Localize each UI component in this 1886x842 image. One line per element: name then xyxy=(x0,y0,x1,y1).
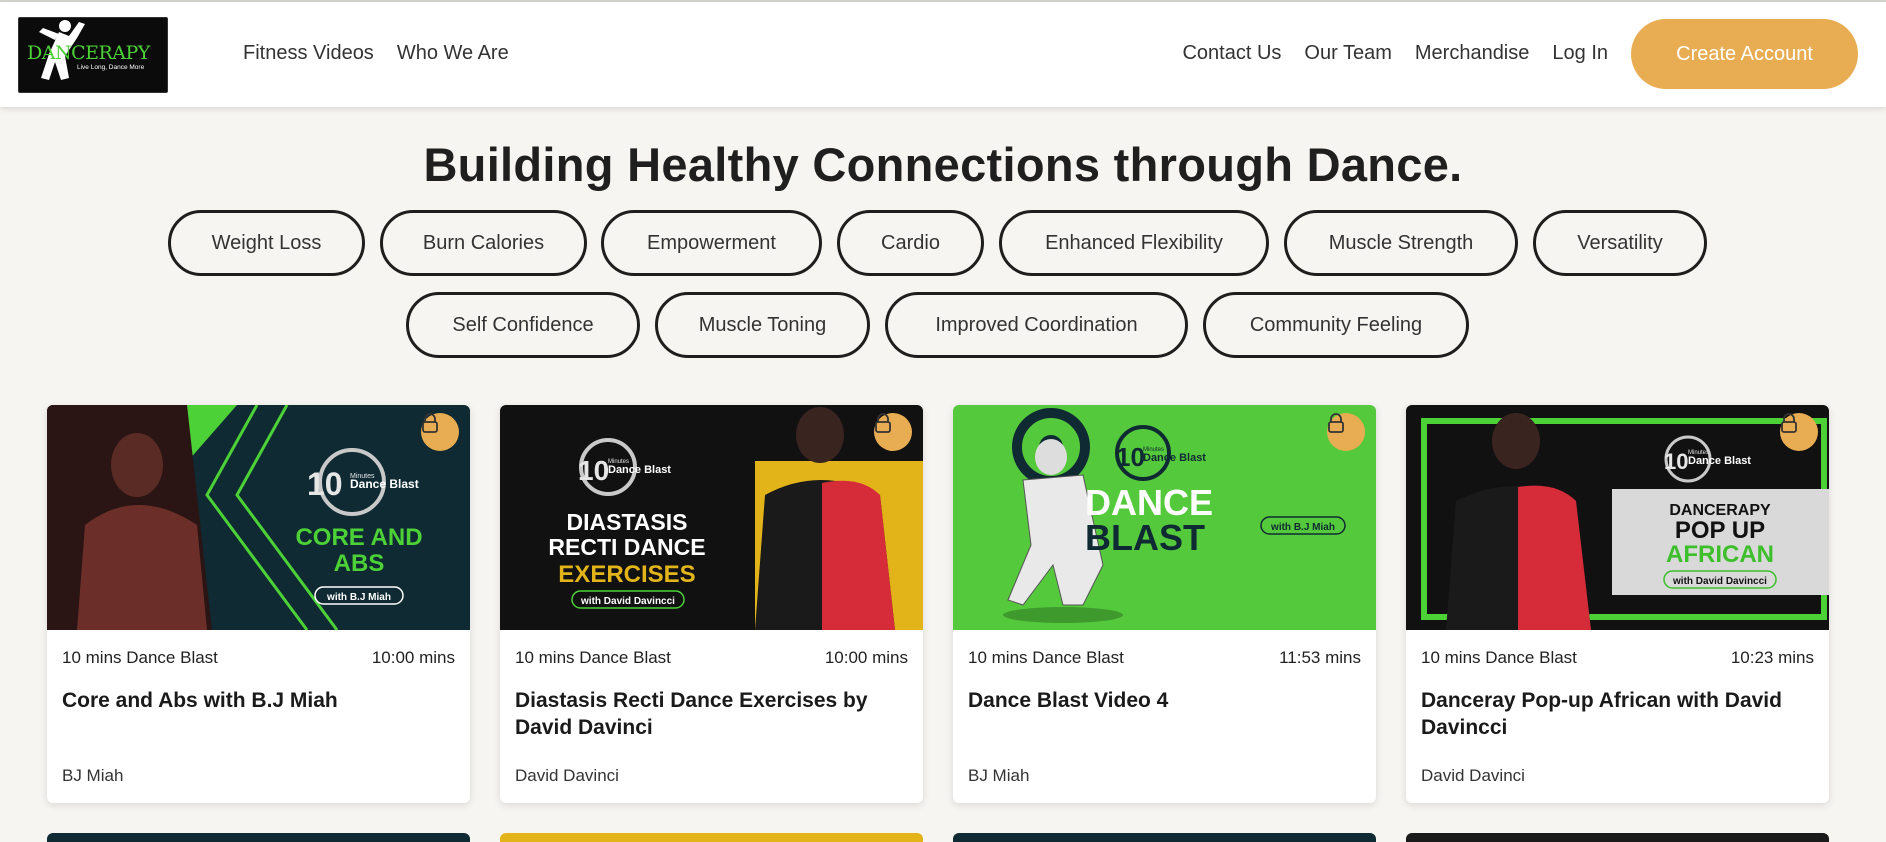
thumb-series: Dance Blast xyxy=(608,464,671,476)
thumb-number: 10 xyxy=(307,466,343,502)
tag-community-feeling[interactable]: Community Feeling xyxy=(1203,292,1469,358)
video-title[interactable]: Diastasis Recti Dance Exercises by David… xyxy=(515,687,911,741)
video-category: 10 mins Dance Blast xyxy=(968,648,1124,667)
thumb-title-line2: RECTI DANCE xyxy=(548,534,705,560)
create-account-button[interactable]: Create Account xyxy=(1631,19,1858,89)
secondary-nav: Contact Us Our Team Merchandise Log In xyxy=(1182,42,1608,65)
tag-self-confidence[interactable]: Self Confidence xyxy=(406,292,640,358)
video-category: 10 mins Dance Blast xyxy=(515,648,671,667)
video-title[interactable]: Dance Blast Video 4 xyxy=(968,687,1364,714)
tag-versatility[interactable]: Versatility xyxy=(1533,210,1707,276)
nav-who-we-are[interactable]: Who We Are xyxy=(397,42,509,65)
lock-icon xyxy=(1780,413,1818,451)
tag-enhanced-flexibility[interactable]: Enhanced Flexibility xyxy=(999,210,1269,276)
next-video-card-peek[interactable] xyxy=(1406,833,1829,842)
video-meta: 10 mins Dance Blast 10:23 mins xyxy=(1421,648,1814,668)
nav-our-team[interactable]: Our Team xyxy=(1304,42,1391,65)
thumb-title-line2: ABS xyxy=(334,550,385,577)
tag-cardio[interactable]: Cardio xyxy=(837,210,984,276)
page-headline: Building Healthy Connections through Dan… xyxy=(423,138,1463,191)
lock-icon xyxy=(874,413,912,451)
thumb-title-line2: POP UP xyxy=(1675,517,1765,544)
thumb-title-line3: AFRICAN xyxy=(1666,541,1774,568)
tag-burn-calories[interactable]: Burn Calories xyxy=(380,210,587,276)
nav-merchandise[interactable]: Merchandise xyxy=(1415,42,1530,65)
thumb-host: with B.J Miah xyxy=(1270,522,1335,533)
thumb-host: with B.J Miah xyxy=(326,592,391,603)
tag-muscle-strength[interactable]: Muscle Strength xyxy=(1284,210,1518,276)
tag-muscle-toning[interactable]: Muscle Toning xyxy=(655,292,870,358)
logo-wordmark: DANCERAPY xyxy=(27,42,150,64)
video-title[interactable]: Danceray Pop-up African with David Davin… xyxy=(1421,687,1817,741)
next-video-card-peek[interactable] xyxy=(500,833,923,842)
video-card[interactable]: 10 Minutes Dance Blast DANCERAPY POP UP … xyxy=(1406,405,1829,803)
primary-nav: Fitness Videos Who We Are xyxy=(243,42,509,65)
video-meta: 10 mins Dance Blast 10:00 mins xyxy=(62,648,455,668)
lock-icon xyxy=(1327,413,1365,451)
next-video-card-peek[interactable] xyxy=(953,833,1376,842)
thumb-title-line2: BLAST xyxy=(1085,517,1205,558)
lock-icon xyxy=(421,413,459,451)
video-meta: 10 mins Dance Blast 11:53 mins xyxy=(968,648,1361,668)
tag-improved-coordination[interactable]: Improved Coordination xyxy=(885,292,1188,358)
video-card[interactable]: 10 Minutes Dance Blast DANCE BLAST with … xyxy=(953,405,1376,803)
video-card[interactable]: 10 Minutes Dance Blast DIASTASIS RECTI D… xyxy=(500,405,923,803)
thumb-series: Dance Blast xyxy=(1143,452,1206,464)
video-duration: 10:23 mins xyxy=(1730,648,1814,667)
video-author: David Davinci xyxy=(515,766,619,785)
video-author: BJ Miah xyxy=(62,766,124,785)
thumb-title-line3: EXERCISES xyxy=(558,561,695,588)
next-video-card-peek[interactable] xyxy=(47,833,470,842)
thumb-number: 10 xyxy=(578,455,609,486)
video-thumbnail: 10 Minutes Dance Blast DIASTASIS RECTI D… xyxy=(500,405,923,630)
logo-tagline: Live Long, Dance More xyxy=(77,64,145,71)
video-thumbnail: 10 Minutes Dance Blast DANCE BLAST with … xyxy=(953,405,1376,630)
thumb-number: 10 xyxy=(1664,449,1688,474)
thumb-series: Dance Blast xyxy=(1688,455,1751,467)
video-duration: 10:00 mins xyxy=(824,648,908,667)
nav-log-in[interactable]: Log In xyxy=(1552,42,1608,65)
thumb-host: with David Davincci xyxy=(580,596,675,607)
thumb-title-line1: DIASTASIS xyxy=(567,509,688,535)
site-header: DANCERAPY Live Long, Dance More Fitness … xyxy=(0,2,1886,107)
video-duration: 10:00 mins xyxy=(371,648,455,667)
video-category: 10 mins Dance Blast xyxy=(62,648,218,667)
site-logo[interactable]: DANCERAPY Live Long, Dance More xyxy=(18,17,168,93)
tag-empowerment[interactable]: Empowerment xyxy=(601,210,822,276)
video-duration: 11:53 mins xyxy=(1279,648,1361,667)
video-thumbnail: 10 Minutes Dance Blast DANCERAPY POP UP … xyxy=(1406,405,1829,630)
nav-contact-us[interactable]: Contact Us xyxy=(1182,42,1281,65)
video-title[interactable]: Core and Abs with B.J Miah xyxy=(62,687,458,714)
tag-weight-loss[interactable]: Weight Loss xyxy=(168,210,365,276)
video-author: BJ Miah xyxy=(968,766,1030,785)
video-thumbnail: 10 Minutes Dance Blast CORE AND ABS with… xyxy=(47,405,470,630)
video-meta: 10 mins Dance Blast 10:00 mins xyxy=(515,648,908,668)
thumb-series: Dance Blast xyxy=(350,477,419,491)
video-card[interactable]: 10 Minutes Dance Blast CORE AND ABS with… xyxy=(47,405,470,803)
thumb-host: with David Davincci xyxy=(1672,576,1767,587)
thumb-number: 10 xyxy=(1116,442,1145,472)
nav-fitness-videos[interactable]: Fitness Videos xyxy=(243,42,374,65)
thumb-title-line1: CORE AND xyxy=(295,524,422,551)
video-author: David Davinci xyxy=(1421,766,1525,785)
video-category: 10 mins Dance Blast xyxy=(1421,648,1577,667)
